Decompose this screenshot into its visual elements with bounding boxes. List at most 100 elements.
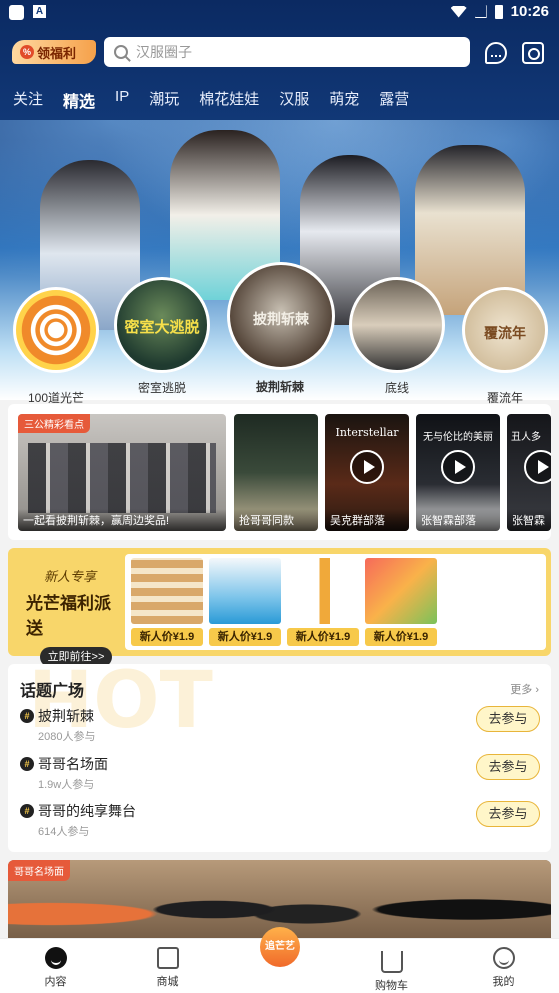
circle-item-fu-liu-nian[interactable]: 覆流年 覆流年 — [457, 287, 553, 406]
search-placeholder: 汉服圈子 — [136, 44, 192, 60]
promo-title: 光芒福利派送 — [26, 594, 111, 638]
video-card[interactable]: 丑人多 张智霖 — [507, 414, 551, 531]
nav-content[interactable]: 内容 — [0, 939, 111, 989]
join-button[interactable]: 去参与 — [476, 706, 540, 732]
welfare-label: 领福利 — [37, 45, 77, 61]
circle-avatar — [349, 277, 445, 373]
circle-carousel: 100道光芒 密室大逃脱 密室逃脱 披荆斩棘 披荆斩棘 底线 覆流年 覆流年 — [0, 262, 559, 406]
play-icon[interactable] — [524, 449, 551, 484]
center-button[interactable]: 追芒艺 — [260, 927, 300, 967]
hash-icon: # — [20, 757, 34, 771]
circle-avatar — [13, 287, 99, 373]
video-caption: 张智霖部落 — [416, 509, 500, 531]
tab-featured[interactable]: 精选 — [63, 88, 95, 112]
topic-square: HOT 话题广场 更多 › # 披荆斩棘 2080人参与 去参与 # 哥哥名场面… — [8, 664, 551, 852]
join-button[interactable]: 去参与 — [476, 754, 540, 780]
tab-cotton-dolls[interactable]: 棉花娃娃 — [199, 88, 259, 112]
circle-item-100-light[interactable]: 100道光芒 — [8, 287, 104, 406]
circle-label: 披荆斩棘 — [255, 380, 304, 394]
product-image — [365, 558, 437, 624]
more-label: 更多 — [510, 684, 533, 696]
product-image — [287, 558, 359, 624]
topic-item[interactable]: # 披荆斩棘 2080人参与 去参与 — [20, 706, 540, 750]
signal-icon — [474, 5, 487, 18]
video-strip: 三公精彩看点 一起看披荆斩棘，赢周边奖品! 抢哥哥同款 Interstellar… — [8, 404, 551, 540]
circle-label: 密室逃脱 — [137, 381, 186, 395]
topic-title: 话题广场 — [20, 683, 85, 700]
topic-name: 哥哥的纯享舞台 — [38, 803, 136, 819]
video-card[interactable]: 抢哥哥同款 — [234, 414, 318, 531]
circle-avatar: 披荆斩棘 — [227, 262, 335, 370]
tab-hanfu[interactable]: 汉服 — [279, 88, 309, 112]
tab-follow[interactable]: 关注 — [13, 88, 43, 112]
product-image — [131, 558, 203, 624]
promo-product[interactable]: 新人价¥1.9 — [365, 558, 437, 646]
circle-label: 底线 — [384, 381, 409, 395]
tab-trendy-toys[interactable]: 潮玩 — [149, 88, 179, 112]
nav-label: 我的 — [492, 976, 515, 988]
nav-label: 商城 — [156, 976, 179, 988]
promo-product[interactable]: 新人价¥1.9 — [287, 558, 359, 646]
hash-icon: # — [20, 804, 34, 818]
circle-avatar: 覆流年 — [462, 287, 548, 373]
message-icon[interactable] — [485, 42, 507, 64]
cart-icon — [380, 951, 403, 973]
join-button[interactable]: 去参与 — [476, 801, 540, 827]
status-bar: A 10:26 — [0, 0, 559, 26]
nav-mall[interactable]: 商城 — [112, 939, 223, 989]
new-user-promo[interactable]: 新人专享 光芒福利派送 立即前往>> 新人价¥1.9 新人价¥1.9 新人价¥1… — [8, 548, 551, 667]
profile-icon — [492, 947, 515, 969]
welfare-button[interactable]: % 领福利 — [12, 40, 96, 64]
topic-count: 2080人参与 — [38, 731, 96, 743]
video-card[interactable]: Interstellar 吴克群部落 — [325, 414, 409, 531]
status-time: 10:26 — [510, 3, 549, 20]
product-image — [209, 558, 281, 624]
more-link[interactable]: 更多 › — [510, 681, 539, 697]
tab-camping[interactable]: 露营 — [379, 88, 409, 112]
nav-label: 购物车 — [375, 980, 408, 992]
promo-goods: 新人价¥1.9 新人价¥1.9 新人价¥1.9 新人价¥1.9 — [125, 554, 546, 650]
hash-icon: # — [20, 709, 34, 723]
search-input[interactable]: 汉服圈子 — [104, 37, 470, 67]
video-tag: 哥哥名场面 — [8, 860, 70, 881]
video-caption: 张智霖 — [507, 509, 551, 531]
play-icon[interactable] — [350, 449, 384, 484]
nav-cart[interactable]: 购物车 — [336, 939, 447, 993]
a-notification-icon: A — [33, 5, 46, 18]
circle-item-escape-room[interactable]: 密室大逃脱 密室逃脱 — [114, 277, 210, 396]
nav-me[interactable]: 我的 — [448, 939, 559, 989]
search-icon — [114, 45, 128, 59]
video-card[interactable]: 无与伦比的美丽 张智霖部落 — [416, 414, 500, 531]
group-photo — [28, 443, 216, 513]
tab-ip[interactable]: IP — [115, 88, 129, 112]
battery-icon — [494, 4, 503, 19]
circle-image-text: 覆流年 — [484, 325, 526, 341]
product-price: 新人价¥1.9 — [209, 628, 281, 646]
topic-item[interactable]: # 哥哥的纯享舞台 614人参与 去参与 — [20, 801, 540, 845]
topic-name: 披荆斩棘 — [38, 708, 94, 724]
chevron-right-icon: › — [535, 684, 539, 696]
video-title-text: Interstellar — [335, 426, 399, 439]
product-price: 新人价¥1.9 — [365, 628, 437, 646]
app-notification-icon — [9, 5, 24, 20]
tab-pets[interactable]: 萌宠 — [329, 88, 359, 112]
video-card-featured[interactable]: 三公精彩看点 一起看披荆斩棘，赢周边奖品! — [18, 414, 226, 531]
topic-item[interactable]: # 哥哥名场面 1.9w人参与 去参与 — [20, 754, 540, 798]
promo-subtitle: 新人专享 — [44, 569, 97, 584]
circle-item-pijingzhanji[interactable]: 披荆斩棘 披荆斩棘 — [227, 262, 335, 395]
video-title-text: 无与伦比的美丽 — [423, 432, 493, 443]
camera-icon[interactable] — [522, 42, 544, 64]
wifi-icon — [450, 5, 467, 18]
circle-item-bottom-line[interactable]: 底线 — [349, 277, 445, 396]
promo-product[interactable]: 新人价¥1.9 — [209, 558, 281, 646]
circle-image-text: 密室大逃脱 — [124, 319, 200, 336]
percent-icon: % — [20, 45, 34, 59]
content-icon — [44, 947, 67, 969]
bottom-nav: 内容 商城 追芒艺 购物车 我的 — [0, 927, 559, 993]
topic-name: 哥哥名场面 — [38, 756, 108, 772]
play-icon[interactable] — [441, 449, 475, 484]
promo-product[interactable]: 新人价¥1.9 — [131, 558, 203, 646]
video-title-text: 丑人多 — [511, 432, 541, 443]
circle-image-text: 披荆斩棘 — [253, 311, 309, 327]
product-price: 新人价¥1.9 — [131, 628, 203, 646]
